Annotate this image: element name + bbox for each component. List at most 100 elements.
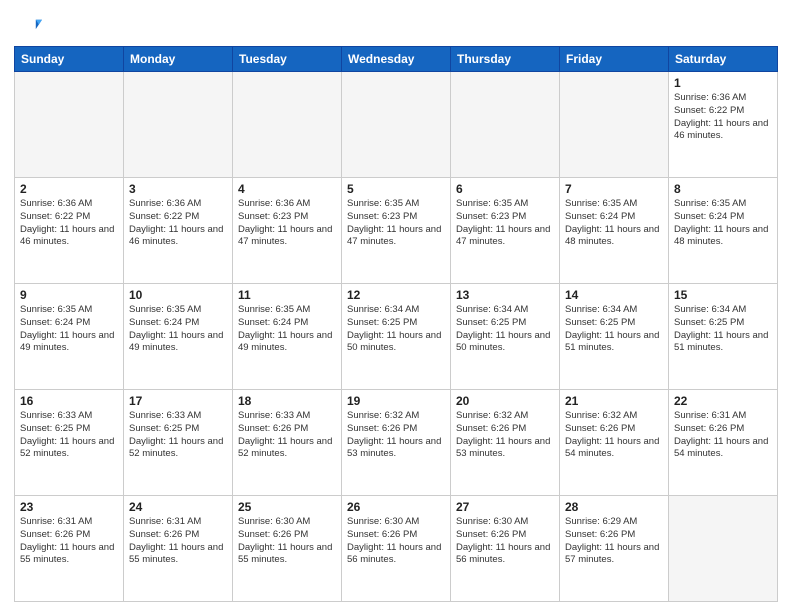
- day-number: 9: [20, 288, 118, 302]
- day-number: 21: [565, 394, 663, 408]
- day-number: 19: [347, 394, 445, 408]
- day-number: 18: [238, 394, 336, 408]
- calendar-header-monday: Monday: [124, 47, 233, 72]
- day-number: 22: [674, 394, 772, 408]
- calendar-cell: 21 Sunrise: 6:32 AM Sunset: 6:26 PM Dayli…: [560, 390, 669, 496]
- calendar-cell: 8 Sunrise: 6:35 AM Sunset: 6:24 PM Daylig…: [669, 178, 778, 284]
- day-info: Sunrise: 6:31 AM Sunset: 6:26 PM Dayligh…: [129, 516, 227, 567]
- calendar-cell: 9 Sunrise: 6:35 AM Sunset: 6:24 PM Daylig…: [15, 284, 124, 390]
- day-info: Sunrise: 6:32 AM Sunset: 6:26 PM Dayligh…: [347, 410, 445, 461]
- calendar-header-tuesday: Tuesday: [233, 47, 342, 72]
- calendar-week-4: 23 Sunrise: 6:31 AM Sunset: 6:26 PM Dayli…: [15, 496, 778, 602]
- page: SundayMondayTuesdayWednesdayThursdayFrid…: [0, 0, 792, 612]
- day-number: 5: [347, 182, 445, 196]
- calendar-cell: 19 Sunrise: 6:32 AM Sunset: 6:26 PM Dayli…: [342, 390, 451, 496]
- day-number: 4: [238, 182, 336, 196]
- day-info: Sunrise: 6:30 AM Sunset: 6:26 PM Dayligh…: [347, 516, 445, 567]
- calendar-cell: 20 Sunrise: 6:32 AM Sunset: 6:26 PM Dayli…: [451, 390, 560, 496]
- day-number: 14: [565, 288, 663, 302]
- day-number: 6: [456, 182, 554, 196]
- day-info: Sunrise: 6:30 AM Sunset: 6:26 PM Dayligh…: [456, 516, 554, 567]
- day-info: Sunrise: 6:35 AM Sunset: 6:24 PM Dayligh…: [565, 198, 663, 249]
- calendar-cell: 26 Sunrise: 6:30 AM Sunset: 6:26 PM Dayli…: [342, 496, 451, 602]
- calendar-cell: [15, 72, 124, 178]
- day-info: Sunrise: 6:33 AM Sunset: 6:25 PM Dayligh…: [129, 410, 227, 461]
- calendar-cell: [451, 72, 560, 178]
- day-number: 25: [238, 500, 336, 514]
- day-info: Sunrise: 6:32 AM Sunset: 6:26 PM Dayligh…: [456, 410, 554, 461]
- day-info: Sunrise: 6:31 AM Sunset: 6:26 PM Dayligh…: [20, 516, 118, 567]
- calendar-cell: 18 Sunrise: 6:33 AM Sunset: 6:26 PM Dayli…: [233, 390, 342, 496]
- calendar-cell: [669, 496, 778, 602]
- day-info: Sunrise: 6:36 AM Sunset: 6:22 PM Dayligh…: [20, 198, 118, 249]
- day-number: 23: [20, 500, 118, 514]
- calendar-header-wednesday: Wednesday: [342, 47, 451, 72]
- day-info: Sunrise: 6:36 AM Sunset: 6:22 PM Dayligh…: [674, 92, 772, 143]
- calendar-week-2: 9 Sunrise: 6:35 AM Sunset: 6:24 PM Daylig…: [15, 284, 778, 390]
- calendar-week-1: 2 Sunrise: 6:36 AM Sunset: 6:22 PM Daylig…: [15, 178, 778, 284]
- day-number: 17: [129, 394, 227, 408]
- day-number: 3: [129, 182, 227, 196]
- calendar: SundayMondayTuesdayWednesdayThursdayFrid…: [14, 46, 778, 602]
- day-info: Sunrise: 6:35 AM Sunset: 6:24 PM Dayligh…: [20, 304, 118, 355]
- calendar-cell: 13 Sunrise: 6:34 AM Sunset: 6:25 PM Dayli…: [451, 284, 560, 390]
- calendar-cell: 25 Sunrise: 6:30 AM Sunset: 6:26 PM Dayli…: [233, 496, 342, 602]
- day-info: Sunrise: 6:34 AM Sunset: 6:25 PM Dayligh…: [456, 304, 554, 355]
- day-number: 1: [674, 76, 772, 90]
- calendar-cell: 16Sunrise: 6:33 AM Sunset: 6:25 PM Dayli…: [15, 390, 124, 496]
- day-number: 11: [238, 288, 336, 302]
- day-info: Sunrise: 6:35 AM Sunset: 6:23 PM Dayligh…: [456, 198, 554, 249]
- calendar-cell: [233, 72, 342, 178]
- calendar-cell: [124, 72, 233, 178]
- day-info: Sunrise: 6:35 AM Sunset: 6:23 PM Dayligh…: [347, 198, 445, 249]
- calendar-cell: 1 Sunrise: 6:36 AM Sunset: 6:22 PM Daylig…: [669, 72, 778, 178]
- day-info: Sunrise: 6:34 AM Sunset: 6:25 PM Dayligh…: [674, 304, 772, 355]
- day-number: 8: [674, 182, 772, 196]
- calendar-cell: 28 Sunrise: 6:29 AM Sunset: 6:26 PM Dayli…: [560, 496, 669, 602]
- calendar-cell: 14 Sunrise: 6:34 AM Sunset: 6:25 PM Dayli…: [560, 284, 669, 390]
- day-info: Sunrise: 6:36 AM Sunset: 6:22 PM Dayligh…: [129, 198, 227, 249]
- calendar-cell: 17 Sunrise: 6:33 AM Sunset: 6:25 PM Dayli…: [124, 390, 233, 496]
- calendar-cell: 22 Sunrise: 6:31 AM Sunset: 6:26 PM Dayli…: [669, 390, 778, 496]
- calendar-cell: 23 Sunrise: 6:31 AM Sunset: 6:26 PM Dayli…: [15, 496, 124, 602]
- calendar-cell: [342, 72, 451, 178]
- calendar-header-thursday: Thursday: [451, 47, 560, 72]
- calendar-cell: 4Sunrise: 6:36 AM Sunset: 6:23 PM Daylig…: [233, 178, 342, 284]
- day-number: 13: [456, 288, 554, 302]
- day-number: 12: [347, 288, 445, 302]
- calendar-cell: 3 Sunrise: 6:36 AM Sunset: 6:22 PM Daylig…: [124, 178, 233, 284]
- day-info: Sunrise: 6:35 AM Sunset: 6:24 PM Dayligh…: [129, 304, 227, 355]
- day-info: Sunrise: 6:35 AM Sunset: 6:24 PM Dayligh…: [674, 198, 772, 249]
- day-number: 2: [20, 182, 118, 196]
- day-number: 15: [674, 288, 772, 302]
- calendar-cell: 11 Sunrise: 6:35 AM Sunset: 6:24 PM Dayli…: [233, 284, 342, 390]
- day-info: Sunrise: 6:32 AM Sunset: 6:26 PM Dayligh…: [565, 410, 663, 461]
- day-info: Sunrise: 6:29 AM Sunset: 6:26 PM Dayligh…: [565, 516, 663, 567]
- calendar-cell: [560, 72, 669, 178]
- calendar-cell: 10 Sunrise: 6:35 AM Sunset: 6:24 PM Dayli…: [124, 284, 233, 390]
- calendar-header-sunday: Sunday: [15, 47, 124, 72]
- calendar-cell: 15 Sunrise: 6:34 AM Sunset: 6:25 PM Dayli…: [669, 284, 778, 390]
- calendar-header-friday: Friday: [560, 47, 669, 72]
- calendar-cell: 5 Sunrise: 6:35 AM Sunset: 6:23 PM Daylig…: [342, 178, 451, 284]
- day-number: 7: [565, 182, 663, 196]
- header: [14, 12, 778, 40]
- day-info: Sunrise: 6:30 AM Sunset: 6:26 PM Dayligh…: [238, 516, 336, 567]
- day-number: 10: [129, 288, 227, 302]
- logo-icon: [14, 12, 42, 40]
- day-info: Sunrise: 6:34 AM Sunset: 6:25 PM Dayligh…: [565, 304, 663, 355]
- calendar-cell: 24Sunrise: 6:31 AM Sunset: 6:26 PM Dayli…: [124, 496, 233, 602]
- calendar-week-0: 1 Sunrise: 6:36 AM Sunset: 6:22 PM Daylig…: [15, 72, 778, 178]
- calendar-cell: 7 Sunrise: 6:35 AM Sunset: 6:24 PM Daylig…: [560, 178, 669, 284]
- day-info: Sunrise: 6:35 AM Sunset: 6:24 PM Dayligh…: [238, 304, 336, 355]
- calendar-cell: 2 Sunrise: 6:36 AM Sunset: 6:22 PM Daylig…: [15, 178, 124, 284]
- day-info: Sunrise: 6:31 AM Sunset: 6:26 PM Dayligh…: [674, 410, 772, 461]
- day-info: Sunrise: 6:33 AM Sunset: 6:26 PM Dayligh…: [238, 410, 336, 461]
- day-number: 20: [456, 394, 554, 408]
- day-number: 26: [347, 500, 445, 514]
- day-info: Sunrise: 6:33 AM Sunset: 6:25 PM Dayligh…: [20, 410, 118, 461]
- calendar-cell: 6 Sunrise: 6:35 AM Sunset: 6:23 PM Daylig…: [451, 178, 560, 284]
- day-info: Sunrise: 6:34 AM Sunset: 6:25 PM Dayligh…: [347, 304, 445, 355]
- day-number: 28: [565, 500, 663, 514]
- calendar-cell: 27Sunrise: 6:30 AM Sunset: 6:26 PM Dayli…: [451, 496, 560, 602]
